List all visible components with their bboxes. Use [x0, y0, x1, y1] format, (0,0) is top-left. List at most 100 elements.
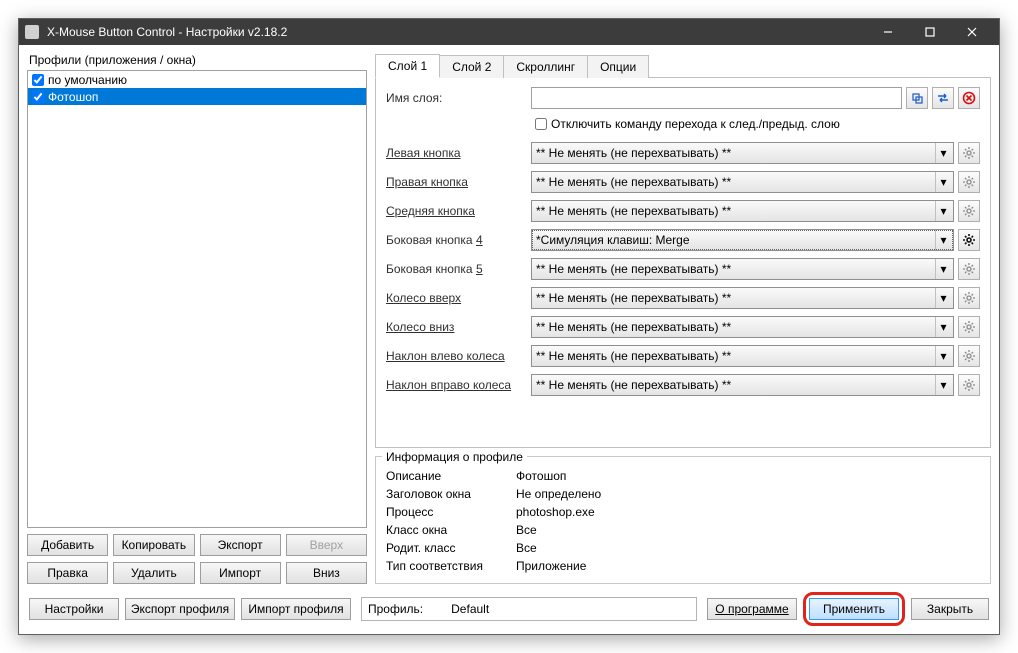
wheelup-label: Колесо вверх: [386, 291, 531, 305]
apply-highlight-ring: Применить: [803, 592, 905, 626]
app-window: X-Mouse Button Control - Настройки v2.18…: [18, 18, 1000, 635]
profiles-pane: Профили (приложения / окна) по умолчанию…: [27, 53, 367, 584]
tab-layer2[interactable]: Слой 2: [439, 55, 504, 78]
gear-icon: [962, 204, 976, 218]
chevron-down-icon: ▾: [935, 230, 951, 250]
tab-options[interactable]: Опции: [587, 55, 649, 78]
maximize-icon: [923, 25, 937, 39]
info-match-label: Тип соответствия: [386, 559, 516, 573]
list-item[interactable]: Фотошоп: [28, 88, 366, 105]
side5-gear[interactable]: [958, 258, 980, 280]
info-proc-label: Процесс: [386, 505, 516, 519]
info-desc-value: Фотошоп: [516, 469, 566, 483]
side5-combo[interactable]: ** Не менять (не перехватывать) **▾: [531, 258, 954, 280]
middle-button-gear[interactable]: [958, 200, 980, 222]
import-button[interactable]: Импорт: [200, 562, 281, 584]
maximize-button[interactable]: [909, 19, 951, 45]
middle-button-combo[interactable]: ** Не менять (не перехватывать) **▾: [531, 200, 954, 222]
info-pclass-value: Все: [516, 541, 537, 555]
close-button[interactable]: [951, 19, 993, 45]
info-class-label: Класс окна: [386, 523, 516, 537]
layer-name-input[interactable]: [531, 87, 902, 109]
gear-icon: [962, 146, 976, 160]
right-pane: Слой 1 Слой 2 Скроллинг Опции Имя слоя:: [375, 53, 991, 584]
clear-layer-button[interactable]: [958, 87, 980, 109]
profile-check[interactable]: [32, 91, 44, 103]
minimize-button[interactable]: [867, 19, 909, 45]
right-button-label: Правая кнопка: [386, 175, 531, 189]
info-proc-value: photoshop.exe: [516, 505, 595, 519]
export-profile-button[interactable]: Экспорт профиля: [125, 598, 235, 620]
chevron-down-icon: ▾: [935, 288, 951, 308]
gear-icon: [962, 262, 976, 276]
info-title-value: Не определено: [516, 487, 601, 501]
copy-layer-button[interactable]: [906, 87, 928, 109]
swap-layer-button[interactable]: [932, 87, 954, 109]
settings-button[interactable]: Настройки: [29, 598, 119, 620]
chevron-down-icon: ▾: [935, 259, 951, 279]
close-app-button[interactable]: Закрыть: [911, 598, 989, 620]
about-button[interactable]: О программе: [707, 598, 797, 620]
app-icon: [25, 25, 39, 39]
side4-gear[interactable]: [958, 229, 980, 251]
profiles-list[interactable]: по умолчанию Фотошоп: [27, 70, 367, 528]
side4-combo[interactable]: *Симуляция клавиш: Merge▾: [531, 229, 954, 251]
up-button[interactable]: Вверх: [286, 534, 367, 556]
chevron-down-icon: ▾: [935, 346, 951, 366]
profile-label: Профиль:: [368, 602, 423, 616]
tiltright-combo[interactable]: ** Не менять (не перехватывать) **▾: [531, 374, 954, 396]
tiltleft-gear[interactable]: [958, 345, 980, 367]
export-button[interactable]: Экспорт: [200, 534, 281, 556]
gear-icon: [962, 320, 976, 334]
down-button[interactable]: Вниз: [286, 562, 367, 584]
bottom-bar: Настройки Экспорт профиля Импорт профиля…: [27, 590, 991, 626]
tab-scroll[interactable]: Скроллинг: [503, 55, 588, 78]
profile-info-legend: Информация о профиле: [382, 450, 527, 464]
chevron-down-icon: ▾: [935, 317, 951, 337]
apply-button[interactable]: Применить: [809, 598, 899, 620]
profile-info-fieldset: Информация о профиле ОписаниеФотошоп Заг…: [375, 456, 991, 584]
disable-switch-label: Отключить команду перехода к след./преды…: [551, 117, 840, 131]
tiltleft-combo[interactable]: ** Не менять (не перехватывать) **▾: [531, 345, 954, 367]
info-class-value: Все: [516, 523, 537, 537]
profile-item-label: Фотошоп: [48, 90, 98, 104]
tiltright-label: Наклон вправо колеса: [386, 378, 531, 392]
disable-switch-checkbox[interactable]: Отключить команду перехода к след./преды…: [531, 115, 840, 133]
profile-value: Default: [451, 602, 489, 616]
close-icon: [965, 25, 979, 39]
list-item[interactable]: по умолчанию: [28, 71, 366, 88]
delete-button[interactable]: Удалить: [113, 562, 194, 584]
minimize-icon: [881, 25, 895, 39]
layer-name-label: Имя слоя:: [386, 91, 531, 105]
profile-check[interactable]: [32, 74, 44, 86]
tab-layer1[interactable]: Слой 1: [375, 54, 440, 78]
chevron-down-icon: ▾: [935, 201, 951, 221]
wheeldown-label: Колесо вниз: [386, 320, 531, 334]
wheelup-gear[interactable]: [958, 287, 980, 309]
edit-button[interactable]: Правка: [27, 562, 108, 584]
add-button[interactable]: Добавить: [27, 534, 108, 556]
info-pclass-label: Родит. класс: [386, 541, 516, 555]
copy-button[interactable]: Копировать: [113, 534, 194, 556]
chevron-down-icon: ▾: [935, 143, 951, 163]
info-title-label: Заголовок окна: [386, 487, 516, 501]
side4-label: Боковая кнопка 4: [386, 233, 531, 247]
profile-item-label: по умолчанию: [48, 73, 127, 87]
profiles-label: Профили (приложения / окна): [29, 53, 367, 67]
right-button-combo[interactable]: ** Не менять (не перехватывать) **▾: [531, 171, 954, 193]
info-match-value: Приложение: [516, 559, 586, 573]
titlebar: X-Mouse Button Control - Настройки v2.18…: [19, 19, 999, 45]
left-button-gear[interactable]: [958, 142, 980, 164]
disable-switch-check[interactable]: [535, 118, 547, 130]
left-button-combo[interactable]: ** Не менять (не перехватывать) **▾: [531, 142, 954, 164]
swap-icon: [936, 91, 950, 105]
wheeldown-gear[interactable]: [958, 316, 980, 338]
gear-icon: [962, 175, 976, 189]
import-profile-button[interactable]: Импорт профиля: [241, 598, 351, 620]
tiltright-gear[interactable]: [958, 374, 980, 396]
wheelup-combo[interactable]: ** Не менять (не перехватывать) **▾: [531, 287, 954, 309]
window-title: X-Mouse Button Control - Настройки v2.18…: [47, 25, 867, 39]
wheeldown-combo[interactable]: ** Не менять (не перехватывать) **▾: [531, 316, 954, 338]
right-button-gear[interactable]: [958, 171, 980, 193]
chevron-down-icon: ▾: [935, 375, 951, 395]
